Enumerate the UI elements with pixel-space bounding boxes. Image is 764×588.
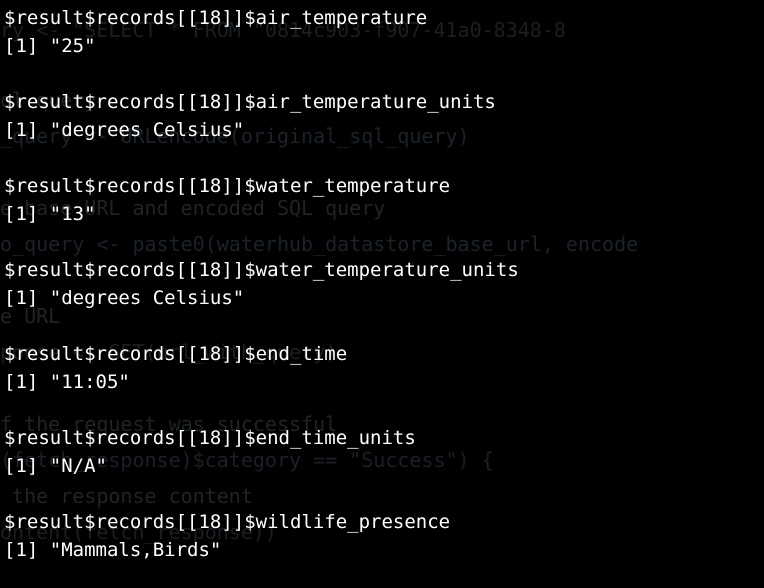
record-field-accessor: $result$records[[18]]$air_temperature — [4, 7, 428, 29]
record-field-accessor: $result$records[[18]]$air_temperature_un… — [4, 91, 496, 113]
record-field-accessor: $result$records[[18]]$water_temperature — [4, 175, 451, 197]
record-field-accessor: $result$records[[18]]$end_time_units — [4, 427, 416, 449]
record-field-value: [1] "11:05" — [4, 371, 130, 393]
console-output[interactable]: $result$records[[18]]$air_temperature [1… — [0, 0, 764, 588]
record-field-value: [1] "25" — [4, 35, 96, 57]
record-field-accessor: $result$records[[18]]$end_time — [4, 343, 348, 365]
record-field-value: [1] "Mammals,Birds" — [4, 539, 222, 561]
record-field-value: [1] "N/A" — [4, 455, 107, 477]
record-field-accessor: $result$records[[18]]$wildlife_presence — [4, 511, 451, 533]
record-field-value: [1] "degrees Celsius" — [4, 119, 245, 141]
record-field-accessor: $result$records[[18]]$water_temperature_… — [4, 259, 519, 281]
record-field-value: [1] "degrees Celsius" — [4, 287, 245, 309]
record-field-value: [1] "13" — [4, 203, 96, 225]
